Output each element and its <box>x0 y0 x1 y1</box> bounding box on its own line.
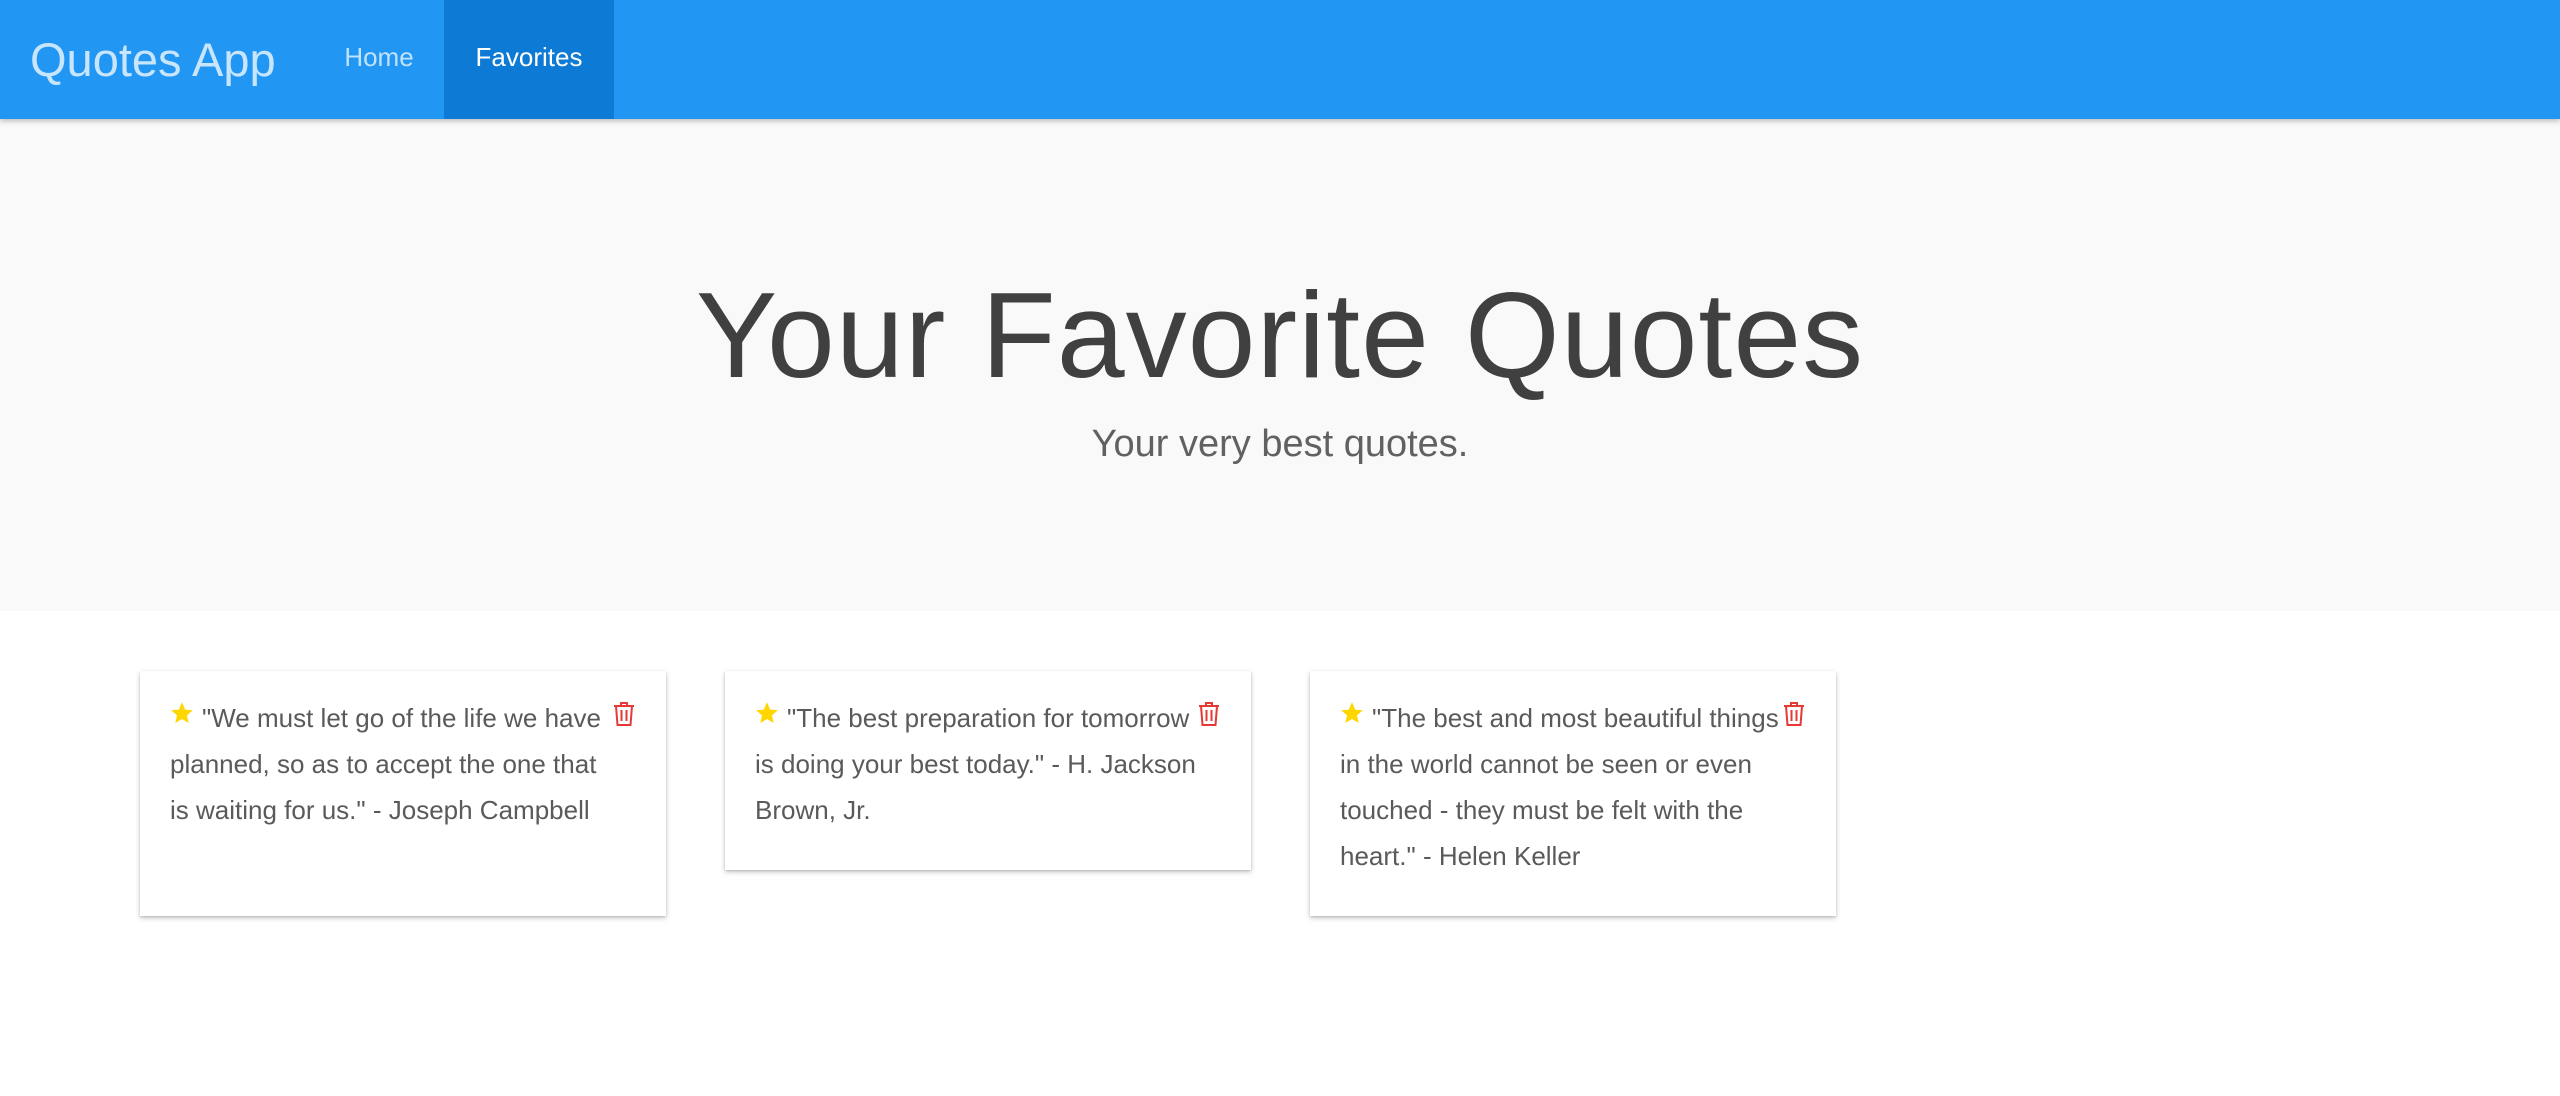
star-icon <box>756 702 778 723</box>
quote-text: "The best and most beautiful things in t… <box>1340 703 1779 871</box>
quote-card: "The best and most beautiful things in t… <box>1310 671 1836 916</box>
trash-icon[interactable] <box>1197 701 1221 727</box>
quote-text: "We must let go of the life we have plan… <box>170 703 601 825</box>
star-icon <box>1341 702 1363 723</box>
hero-section: Your Favorite Quotes Your very best quot… <box>0 119 2560 611</box>
quote-card: "We must let go of the life we have plan… <box>140 671 666 916</box>
nav-favorites-link[interactable]: Favorites <box>444 0 614 119</box>
quote-card: "The best preparation for tomorrow is do… <box>725 671 1251 870</box>
brand-logo[interactable]: Quotes App <box>30 0 276 119</box>
page-subtitle: Your very best quotes. <box>1091 423 1469 465</box>
nav-home-link[interactable]: Home <box>314 0 444 119</box>
quote-text: "The best preparation for tomorrow is do… <box>755 703 1196 825</box>
star-icon <box>171 702 193 723</box>
navbar: Quotes App Home Favorites <box>0 0 2560 119</box>
trash-icon[interactable] <box>1782 701 1806 727</box>
page-title: Your Favorite Quotes <box>695 267 1865 403</box>
trash-icon[interactable] <box>612 701 636 727</box>
